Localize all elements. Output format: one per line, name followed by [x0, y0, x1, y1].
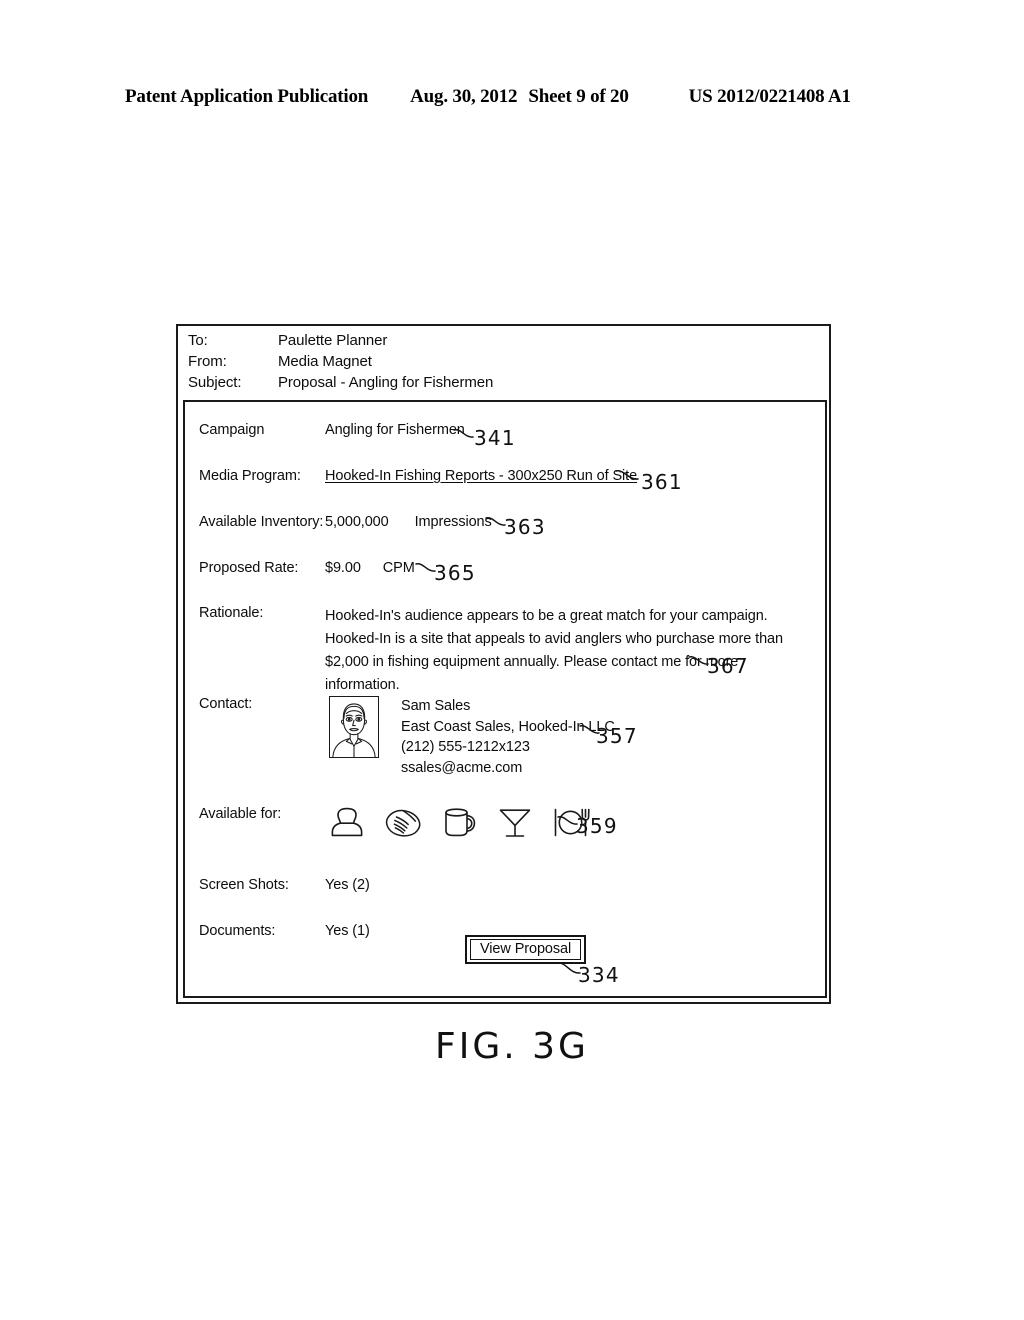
- mail-header-subject-row: Subject: Proposal - Angling for Fisherme…: [188, 374, 829, 395]
- contact-details: Sam Sales East Coast Sales, Hooked-In LL…: [401, 696, 615, 778]
- contact-label: Contact:: [199, 696, 253, 712]
- handshake-icon[interactable]: [383, 806, 423, 840]
- mail-to-label: To:: [188, 332, 208, 349]
- reference-numeral-365: 365: [434, 561, 476, 585]
- proposed-rate-label: Proposed Rate:: [199, 560, 299, 576]
- media-program-link[interactable]: Hooked-In Fishing Reports - 300x250 Run …: [325, 468, 825, 484]
- telephone-icon[interactable]: [327, 806, 367, 840]
- campaign-label: Campaign: [199, 422, 265, 438]
- mail-subject-label: Subject:: [188, 374, 242, 391]
- contact-company: East Coast Sales, Hooked-In LLC: [401, 718, 615, 735]
- figure-caption: FIG. 3G: [435, 1026, 589, 1067]
- available-inventory-value: 5,000,000: [325, 514, 389, 530]
- mail-from-label: From:: [188, 353, 227, 370]
- contact-phone: (212) 555-1212x123: [401, 739, 530, 755]
- proposed-rate-unit: CPM: [382, 560, 415, 576]
- reference-numeral-361: 361: [641, 470, 683, 494]
- contact-portrait-avatar: [329, 696, 379, 758]
- available-for-label: Available for:: [199, 806, 282, 822]
- publication-header-sheet: Sheet 9 of 20: [528, 86, 629, 107]
- field-row-available-for: Available for:: [185, 806, 825, 840]
- field-row-screen-shots: Screen Shots: Yes (2): [185, 877, 825, 893]
- mail-subject-value: Proposal - Angling for Fishermen: [278, 374, 494, 391]
- media-program-label: Media Program:: [199, 468, 301, 484]
- reference-numeral-363: 363: [504, 515, 546, 539]
- mail-header-to-row: To: Paulette Planner: [188, 332, 829, 353]
- available-inventory-unit: Impressions: [414, 514, 492, 530]
- view-proposal-button-label: View Proposal: [470, 939, 582, 960]
- field-row-rationale: Rationale: Hooked-In's audience appears …: [185, 605, 825, 697]
- rationale-label: Rationale:: [199, 605, 264, 621]
- view-proposal-button[interactable]: View Proposal: [465, 935, 587, 964]
- field-row-contact: Contact: Sam Sales East Coast Sales, Hoo…: [185, 696, 825, 778]
- documents-label: Documents:: [199, 923, 276, 939]
- mail-from-value: Media Magnet: [278, 353, 372, 370]
- reference-numeral-334: 334: [578, 963, 620, 987]
- reference-numeral-367: 367: [707, 654, 749, 678]
- mail-header: To: Paulette Planner From: Media Magnet …: [178, 326, 829, 398]
- reference-numeral-341: 341: [474, 426, 516, 450]
- proposed-rate-value: $9.00: [325, 560, 361, 576]
- martini-glass-icon[interactable]: [495, 806, 535, 840]
- available-inventory-label: Available Inventory:: [199, 514, 324, 530]
- availability-icon-strip: [325, 806, 825, 840]
- publication-header: Patent Application Publication Aug. 30, …: [125, 86, 900, 108]
- field-row-media-program: Media Program: Hooked-In Fishing Reports…: [185, 468, 825, 484]
- coffee-mug-icon[interactable]: [439, 806, 479, 840]
- mail-to-value: Paulette Planner: [278, 332, 388, 349]
- contact-email: ssales@acme.com: [401, 759, 523, 776]
- screen-shots-value: Yes (2): [325, 877, 370, 893]
- reference-numeral-357: 357: [596, 724, 638, 748]
- publication-header-title: Patent Application Publication: [125, 86, 369, 107]
- field-row-proposed-rate: Proposed Rate: $9.00 CPM: [185, 560, 825, 576]
- publication-header-date: Aug. 30, 2012: [410, 86, 518, 107]
- mail-header-from-row: From: Media Magnet: [188, 353, 829, 374]
- contact-name: Sam Sales: [401, 698, 471, 714]
- publication-header-number: US 2012/0221408 A1: [688, 86, 851, 107]
- proposal-body-panel: Campaign Angling for Fishermen Media Pro…: [183, 400, 827, 998]
- campaign-value: Angling for Fishermen: [325, 422, 465, 438]
- reference-numeral-359: 359: [576, 814, 618, 838]
- screen-shots-label: Screen Shots:: [199, 877, 289, 893]
- rationale-text: Hooked-In's audience appears to be a gre…: [325, 608, 783, 693]
